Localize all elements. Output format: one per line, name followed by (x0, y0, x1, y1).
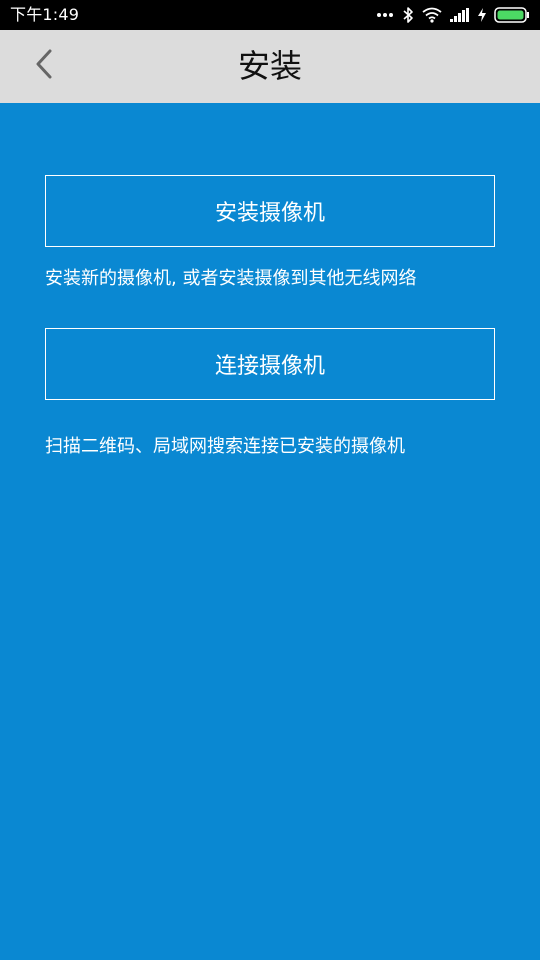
battery-icon (494, 7, 530, 23)
charging-icon (478, 8, 486, 22)
status-icons (376, 0, 530, 30)
more-dots-icon (376, 12, 394, 18)
connect-description: 扫描二维码、局域网搜索连接已安装的摄像机 (45, 436, 405, 457)
signal-icon (450, 8, 470, 22)
install-camera-button[interactable]: 安装摄像机 (45, 175, 495, 247)
wifi-icon (422, 7, 442, 23)
page-title: 安装 (237, 47, 302, 85)
bluetooth-icon (402, 6, 414, 24)
connect-camera-button[interactable]: 连接摄像机 (45, 328, 495, 400)
title-bar: 安装 (0, 30, 540, 103)
status-bar: 下午1:49 (0, 0, 540, 30)
status-time: 下午1:49 (10, 5, 80, 24)
install-description: 安装新的摄像机, 或者安装摄像到其他无线网络 (45, 268, 417, 289)
